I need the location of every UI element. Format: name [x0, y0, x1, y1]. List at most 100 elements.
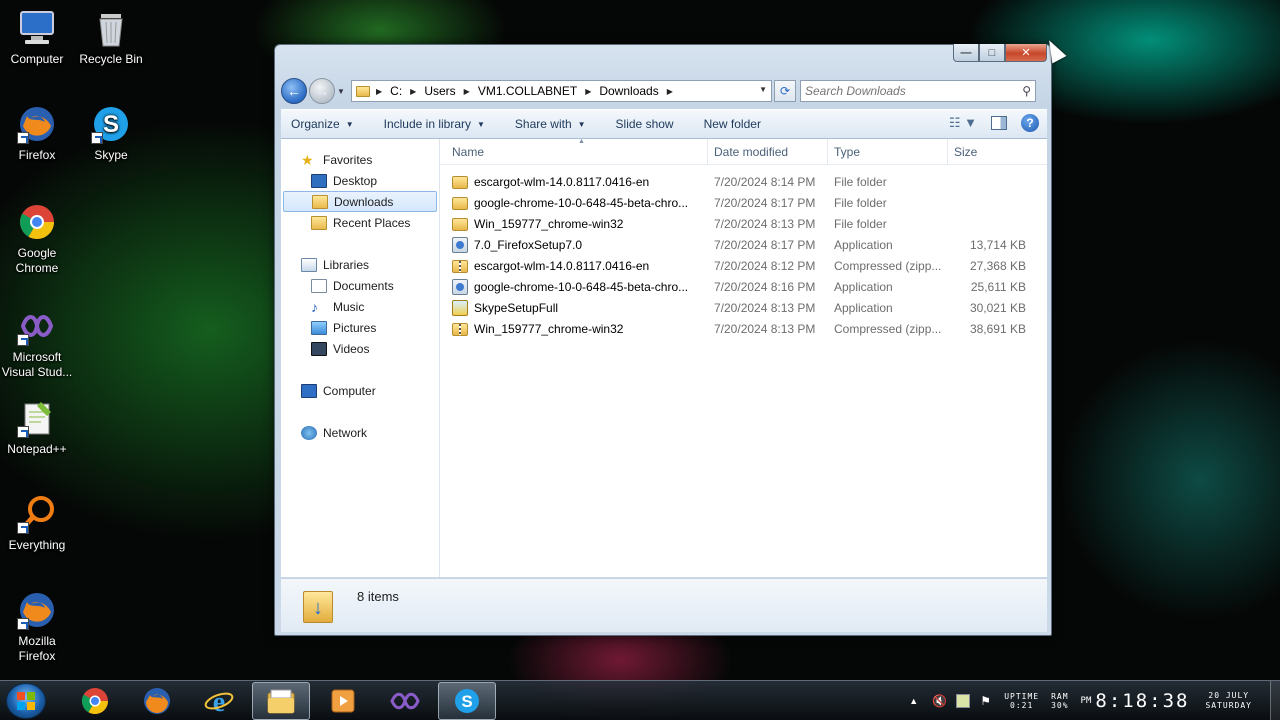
nav-libraries[interactable]: Libraries [281, 254, 439, 275]
file-date: 7/20/2024 8:17 PM [714, 195, 816, 210]
column-header-date-modified[interactable]: Date modified [708, 138, 828, 165]
search-icon[interactable]: ⚲ [1022, 84, 1031, 98]
firefox-icon [17, 590, 57, 630]
chevron-down-icon: ▼ [477, 119, 485, 129]
refresh-button[interactable]: ⟳ [774, 80, 796, 102]
file-row[interactable]: google-chrome-10-0-648-45-beta-chro... 7/… [440, 276, 1047, 297]
search-box[interactable]: ⚲ [800, 80, 1036, 102]
nav-desktop[interactable]: Desktop [281, 170, 439, 191]
notification-icon[interactable] [956, 694, 971, 708]
desktop-icon-mozilla-firefox[interactable]: Mozilla Firefox [1, 590, 73, 664]
breadcrumb-users[interactable]: Users ▶ [424, 84, 478, 98]
minimize-button[interactable]: — [953, 44, 979, 62]
file-row[interactable]: escargot-wlm-14.0.8117.0416-en 7/20/2024 … [440, 171, 1047, 192]
taskbar-firefox[interactable] [128, 682, 186, 720]
back-button[interactable]: ← [281, 78, 307, 104]
preview-pane-icon[interactable] [991, 116, 1007, 130]
recent-pages-dropdown[interactable]: ▼ [337, 87, 347, 96]
caption-buttons: — □ ✕ [953, 44, 1047, 62]
zip-archive-icon [452, 260, 468, 273]
breadcrumb-c-drive[interactable]: C: ▶ [390, 84, 424, 98]
file-row[interactable]: 7.0_FirefoxSetup7.0 7/20/2024 8:17 PM Appl… [440, 234, 1047, 255]
nav-network[interactable]: Network [281, 422, 439, 443]
share-with-menu[interactable]: Share with ▼ [515, 117, 586, 131]
file-name-cell: Win_159777_chrome-win32 [440, 318, 708, 339]
file-row[interactable]: escargot-wlm-14.0.8117.0416-en 7/20/2024 … [440, 255, 1047, 276]
file-list: ▲ Name Date modified Type Size escargot-… [440, 138, 1047, 577]
chevron-down-icon: ▼ [577, 119, 586, 129]
desktop-icon-visual-studio[interactable]: Microsoft Visual Stud... [1, 306, 73, 380]
desktop-icon-recycle-bin[interactable]: Recycle Bin [75, 8, 147, 67]
network-icon [301, 425, 317, 440]
file-date: 7/20/2024 8:14 PM [714, 174, 816, 189]
file-size: 25,611 KB [970, 279, 1026, 294]
taskbar-media-player[interactable] [314, 682, 372, 720]
close-button[interactable]: ✕ [1005, 44, 1047, 62]
taskbar-internet-explorer[interactable]: e [190, 682, 248, 720]
nav-documents[interactable]: Documents [281, 275, 439, 296]
desktop-icon-everything[interactable]: Everything [1, 494, 73, 553]
address-dropdown-icon[interactable]: ▼ [759, 85, 767, 94]
new-folder-button[interactable]: New folder [704, 117, 761, 131]
nav-downloads[interactable]: Downloads [283, 191, 437, 212]
taskbar-windows-explorer[interactable] [252, 681, 310, 720]
taskbar-skype[interactable]: S [438, 681, 496, 720]
file-date: 7/20/2024 8:12 PM [714, 258, 816, 273]
show-hidden-icons-button[interactable]: ▲ [909, 696, 918, 706]
taskbar-visual-studio[interactable] [376, 682, 434, 720]
slide-show-button[interactable]: Slide show [616, 117, 674, 131]
address-bar[interactable]: ▶ C: ▶ Users ▶ VM1.COLLABNET ▶ Downloads ▶ ▼ [351, 80, 772, 102]
desktop-icon-google-chrome[interactable]: Google Chrome [1, 202, 73, 276]
item-count: 8 items [357, 589, 399, 604]
file-name: 7.0_FirefoxSetup7.0 [474, 237, 583, 252]
documents-icon [311, 278, 327, 293]
show-desktop-button[interactable] [1270, 681, 1280, 720]
nav-videos[interactable]: Videos [281, 338, 439, 359]
nav-music[interactable]: ♪ Music [281, 296, 439, 317]
action-center-flag-icon[interactable]: ⚑ [980, 694, 994, 708]
notepadpp-icon [17, 398, 57, 438]
desktop-icon-notepadpp[interactable]: Notepad++ [1, 398, 73, 457]
nav-favorites[interactable]: ★ Favorites [281, 149, 439, 170]
volume-muted-icon[interactable]: 🔇 [932, 694, 947, 708]
start-button[interactable] [6, 682, 46, 719]
file-name: escargot-wlm-14.0.8117.0416-en [474, 258, 650, 273]
taskbar-chrome[interactable] [66, 682, 124, 720]
ram-gadget: RAM 30% [1051, 692, 1069, 710]
forward-arrow-icon: → [315, 83, 329, 99]
maximize-button[interactable]: □ [979, 44, 1005, 62]
organize-menu[interactable]: Organize ▼ [291, 117, 354, 131]
column-header-size[interactable]: Size [948, 139, 1028, 165]
desktop-icon-label: Firefox [18, 148, 56, 162]
desktop-icon-skype[interactable]: S Skype [75, 104, 147, 163]
column-header-name[interactable]: Name [440, 138, 708, 165]
search-input[interactable] [805, 84, 1023, 98]
breadcrumb-vm1-collabnet[interactable]: VM1.COLLABNET ▶ [478, 84, 600, 98]
breadcrumb-downloads[interactable]: Downloads ▶ [599, 84, 681, 98]
file-name-cell: Win_159777_chrome-win32 [440, 213, 708, 234]
include-in-library-menu[interactable]: Include in library ▼ [384, 117, 485, 131]
clock[interactable]: PM 8:18:38 [1081, 690, 1190, 712]
file-name: Win_159777_chrome-win32 [474, 321, 624, 336]
file-row[interactable]: SkypeSetupFull 7/20/2024 8:13 PM Applicati… [440, 297, 1047, 318]
column-header-type[interactable]: Type [828, 138, 948, 165]
nav-computer[interactable]: Computer [281, 380, 439, 401]
visual-studio-icon [17, 306, 57, 346]
breadcrumb-root-arrow[interactable]: ▶ [376, 87, 390, 96]
file-row[interactable]: Win_159777_chrome-win32 7/20/2024 8:13 PM… [440, 213, 1047, 234]
nav-recent-places[interactable]: Recent Places [281, 212, 439, 233]
nav-pictures[interactable]: Pictures [281, 317, 439, 338]
file-date: 7/20/2024 8:13 PM [714, 216, 816, 231]
application-icon [452, 236, 468, 253]
change-view-icon[interactable]: ☷ ▼ [949, 115, 977, 131]
svg-text:S: S [103, 111, 119, 138]
desktop-icon-computer[interactable]: Computer [1, 8, 73, 67]
desktop-icon-firefox[interactable]: Firefox [1, 104, 73, 163]
forward-button[interactable]: → [309, 78, 335, 104]
file-type: Application [834, 279, 893, 294]
file-type: Application [834, 300, 893, 315]
date-display[interactable]: 20 JULY SATURDAY [1205, 691, 1252, 711]
help-icon[interactable]: ? [1021, 114, 1039, 132]
file-row[interactable]: Win_159777_chrome-win32 7/20/2024 8:13 PM… [440, 318, 1047, 339]
file-row[interactable]: google-chrome-10-0-648-45-beta-chro... 7/… [440, 192, 1047, 213]
